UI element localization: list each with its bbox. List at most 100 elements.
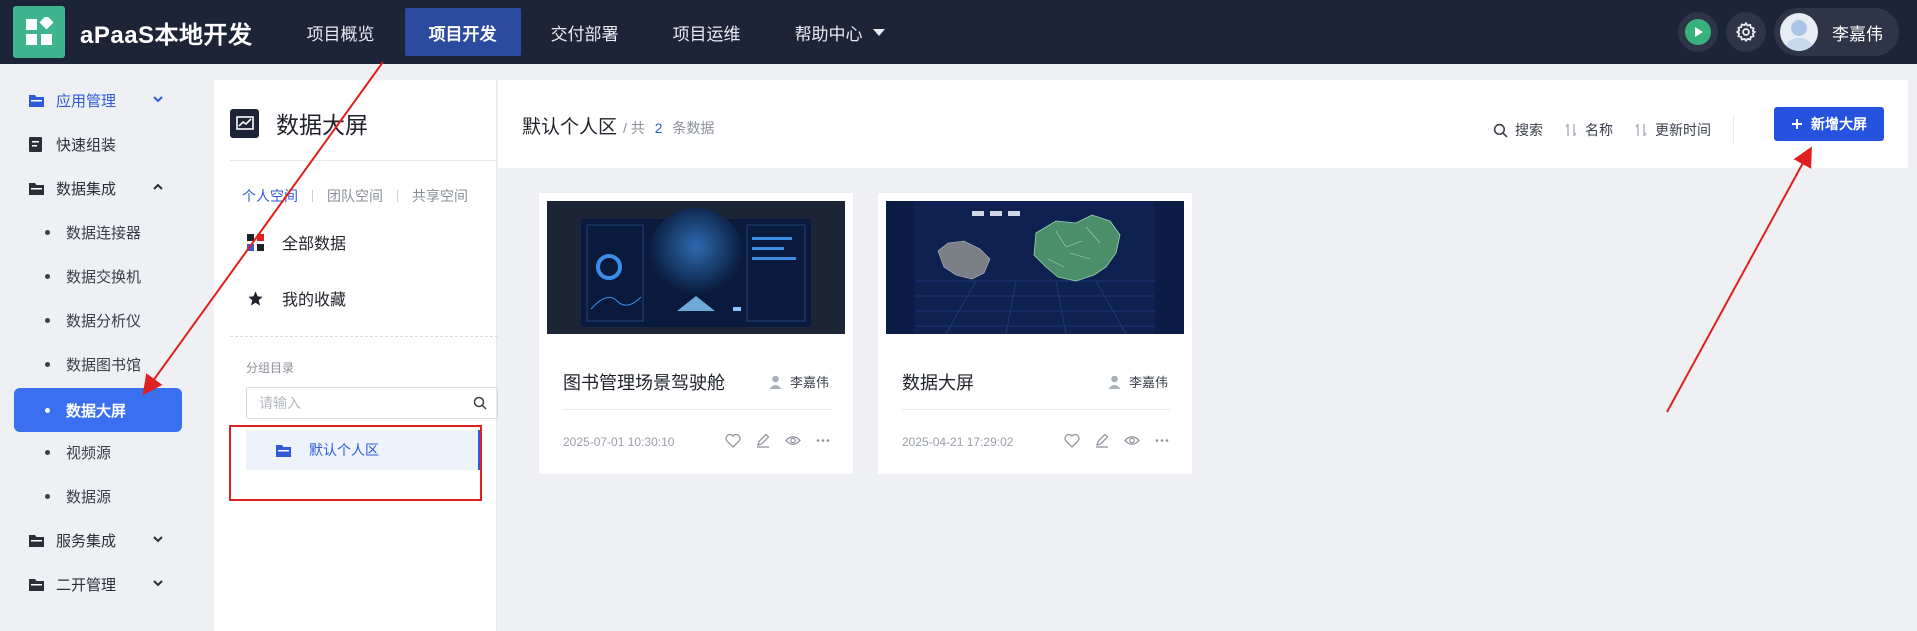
page-title: 默认个人区 — [522, 117, 618, 138]
sidebar: 应用管理 快速组装 数据集成 数据连接器 数据交换机 数据分析仪 数据图书馆 数… — [0, 64, 198, 631]
sidebar-item-label: 服务集成 — [56, 532, 117, 550]
sort-by-name-button[interactable]: 名称 — [1565, 120, 1613, 140]
card-author: 李嘉伟 — [1108, 372, 1168, 391]
sort-icon — [1635, 123, 1647, 137]
annotation-arrow-right — [1666, 146, 1812, 413]
preview-eye-icon[interactable] — [1124, 433, 1140, 448]
bullet-icon — [45, 407, 50, 413]
run-button[interactable] — [1678, 12, 1718, 52]
user-menu[interactable]: 李嘉伟 — [1774, 8, 1899, 56]
divider — [902, 409, 1170, 410]
edit-icon[interactable] — [755, 433, 771, 448]
card-author: 李嘉伟 — [769, 372, 829, 391]
count-value: 2 — [654, 120, 663, 136]
sidebar-subitem-data-connector[interactable]: 数据连接器 — [14, 210, 182, 254]
panel-title: 数据大屏 — [276, 112, 368, 138]
sidebar-item-app-management[interactable]: 应用管理 — [14, 78, 182, 122]
avatar — [1780, 13, 1818, 51]
menu-all-data[interactable]: 全部数据 — [246, 230, 346, 254]
group-search-input[interactable] — [259, 395, 449, 411]
sidebar-item-secondary-dev[interactable]: 二开管理 — [14, 562, 182, 606]
favorite-icon[interactable] — [725, 433, 741, 448]
content-header: 默认个人区 / 共 2 条数据 搜索 名称 更新时间 新增大屏 — [498, 80, 1908, 168]
card-title[interactable]: 数据大屏 — [902, 369, 974, 395]
sidebar-subitem-label: 数据图书馆 — [66, 356, 142, 374]
sidebar-subitem-label: 数据大屏 — [66, 402, 127, 420]
app-logo-icon[interactable] — [13, 6, 65, 58]
sidebar-item-label: 数据集成 — [56, 180, 117, 198]
sidebar-item-data-integration[interactable]: 数据集成 — [14, 166, 182, 210]
sidebar-subitem-data-exchanger[interactable]: 数据交换机 — [14, 254, 182, 298]
screen-thumbnail[interactable] — [886, 201, 1184, 334]
menu-label: 全部数据 — [282, 236, 347, 253]
user-name: 李嘉伟 — [1832, 24, 1883, 44]
divider — [563, 409, 831, 410]
edit-icon[interactable] — [1094, 433, 1110, 448]
sort-icon — [1565, 123, 1577, 137]
nav-delivery-deploy[interactable]: 交付部署 — [527, 8, 643, 56]
nav-project-dev[interactable]: 项目开发 — [404, 8, 521, 56]
add-screen-label: 新增大屏 — [1811, 116, 1867, 132]
sidebar-item-service-integration[interactable]: 服务集成 — [14, 518, 182, 562]
sidebar-subitem-data-source[interactable]: 数据源 — [14, 474, 182, 518]
sidebar-item-label: 应用管理 — [56, 92, 117, 110]
bullet-icon — [45, 273, 50, 279]
star-icon — [246, 289, 264, 307]
group-search-field[interactable] — [246, 387, 498, 419]
search-icon[interactable] — [473, 396, 487, 413]
screen-card[interactable]: 图书管理场景驾驶舱 李嘉伟 2025-07-01 10:30:10 — [538, 192, 854, 475]
more-icon[interactable] — [815, 433, 831, 448]
app-name: aPaaS本地开发 — [80, 21, 253, 49]
count-prefix: / 共 — [623, 120, 645, 136]
sidebar-subitem-data-screen[interactable]: 数据大屏 — [14, 388, 182, 432]
card-updated-time: 2025-07-01 10:30:10 — [563, 435, 675, 449]
breadcrumb: 默认个人区 / 共 2 条数据 — [522, 112, 714, 139]
card-title[interactable]: 图书管理场景驾驶舱 — [563, 369, 725, 395]
divider — [1733, 115, 1734, 145]
tab-team-space[interactable]: 团队空间 — [327, 186, 383, 206]
sidebar-subitem-label: 数据源 — [66, 488, 112, 506]
sidebar-subitem-label: 数据连接器 — [66, 224, 142, 242]
folder-icon — [28, 92, 44, 108]
sidebar-subitem-video-source[interactable]: 视频源 — [14, 430, 182, 474]
sidebar-subitem-data-analyzer[interactable]: 数据分析仪 — [14, 298, 182, 342]
favorite-icon[interactable] — [1064, 433, 1080, 448]
screen-thumbnail[interactable] — [547, 201, 845, 334]
plus-icon — [1792, 119, 1802, 129]
tab-shared-space[interactable]: 共享空间 — [412, 186, 468, 206]
space-tabs: 个人空间 团队空间 共享空间 — [242, 186, 468, 206]
divider — [230, 336, 498, 337]
sidebar-subitem-data-library[interactable]: 数据图书馆 — [14, 342, 182, 386]
sidebar-item-label: 二开管理 — [56, 576, 117, 594]
chevron-down-icon — [152, 532, 164, 549]
sort-by-updated-button[interactable]: 更新时间 — [1635, 120, 1711, 140]
tab-personal-space[interactable]: 个人空间 — [242, 186, 298, 206]
sort-name-label: 名称 — [1585, 122, 1613, 138]
more-icon[interactable] — [1154, 433, 1170, 448]
search-button[interactable]: 搜索 — [1493, 120, 1543, 140]
record-count: / 共 2 条数据 — [623, 118, 714, 138]
nav-help-center[interactable]: 帮助中心 — [771, 8, 909, 56]
screen-card[interactable]: 数据大屏 李嘉伟 2025-04-21 17:29:02 — [877, 192, 1193, 475]
chevron-down-icon — [152, 92, 164, 109]
preview-eye-icon[interactable] — [785, 433, 801, 448]
sidebar-subitem-label: 视频源 — [66, 444, 112, 462]
author-name: 李嘉伟 — [1128, 375, 1168, 390]
count-suffix: 条数据 — [672, 120, 715, 136]
settings-button[interactable] — [1726, 12, 1766, 52]
nav-project-overview[interactable]: 项目概览 — [283, 8, 399, 56]
user-icon — [769, 375, 782, 389]
nav-project-ops[interactable]: 项目运维 — [649, 8, 765, 56]
folder-icon — [28, 576, 44, 592]
play-icon — [1685, 19, 1711, 45]
search-label: 搜索 — [1515, 122, 1543, 138]
sidebar-item-quick-assembly[interactable]: 快速组装 — [14, 122, 182, 166]
user-icon — [1108, 375, 1121, 389]
divider — [397, 190, 398, 202]
menu-favorites[interactable]: 我的收藏 — [246, 286, 346, 310]
bullet-icon — [45, 449, 50, 455]
add-screen-button[interactable]: 新增大屏 — [1774, 107, 1884, 141]
menu-label: 我的收藏 — [282, 292, 347, 309]
top-navbar: aPaaS本地开发 项目概览 项目开发 交付部署 项目运维 帮助中心 李嘉伟 — [0, 0, 1917, 64]
sidebar-item-label: 快速组装 — [56, 136, 117, 154]
